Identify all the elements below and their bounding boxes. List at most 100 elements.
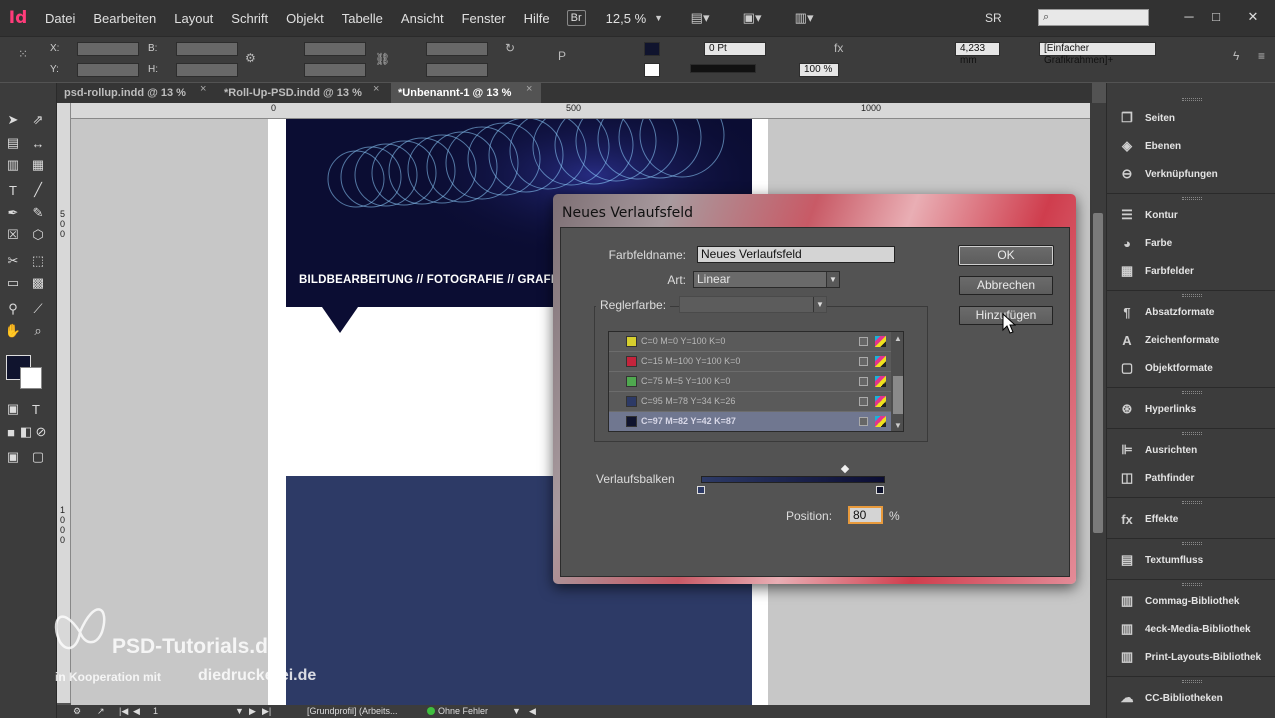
panel-effekte[interactable]: fx Effekte [1117, 509, 1178, 529]
type-tool-icon[interactable]: T [2, 180, 24, 200]
panel-grip[interactable] [1182, 391, 1202, 394]
next-page-icon[interactable]: ▶ [249, 706, 256, 717]
content-placer-icon[interactable]: ▦ [27, 155, 49, 175]
gradient-stop-left[interactable] [697, 486, 705, 494]
scroll-left-icon[interactable]: ◀ [529, 706, 536, 717]
view-options-icon[interactable]: ▤▾ [685, 9, 715, 27]
opacity-field[interactable]: 100 % [799, 63, 839, 77]
gap-tool-icon[interactable]: ↔ [27, 133, 49, 153]
selection-tool-icon[interactable]: ➤ [2, 110, 24, 130]
preview-mode-icon[interactable]: ▢ [27, 447, 49, 467]
close-tab-icon[interactable]: × [200, 83, 206, 95]
ok-button[interactable]: OK [959, 246, 1053, 265]
workspace-switcher[interactable]: SR [985, 11, 1002, 25]
close-tab-icon[interactable]: × [373, 83, 379, 95]
panel-pathfinder[interactable]: ◫ Pathfinder [1117, 468, 1195, 488]
swatch-row[interactable]: C=95 M=78 Y=34 K=26 [609, 392, 891, 412]
shear-field[interactable] [426, 63, 488, 77]
stroke-color-icon[interactable] [20, 367, 42, 389]
eyedropper-tool-icon[interactable]: ⚲ [2, 299, 24, 319]
zoom-tool-icon[interactable]: ⌕ [27, 321, 49, 341]
scale-x-field[interactable] [304, 42, 366, 56]
panel-farbe[interactable]: ◕ Farbe [1117, 233, 1172, 253]
menu-tabelle[interactable]: Tabelle [333, 11, 392, 26]
panel-cc-bibliotheken[interactable]: ☁ CC-Bibliotheken [1117, 688, 1223, 708]
panel-grip[interactable] [1182, 197, 1202, 200]
dialog-title[interactable]: Neues Verlaufsfeld [562, 205, 693, 221]
constrain-proportions-icon[interactable]: ⚙ [245, 51, 256, 65]
menu-ansicht[interactable]: Ansicht [392, 11, 453, 26]
panel-grip[interactable] [1182, 501, 1202, 504]
menu-fenster[interactable]: Fenster [453, 11, 515, 26]
panel-kontur[interactable]: ☰ Kontur [1117, 205, 1178, 225]
apply-none-icon[interactable]: ⊘ [30, 422, 52, 442]
panel-print-layouts-bibliothek[interactable]: ▥ Print-Layouts-Bibliothek [1117, 647, 1261, 667]
close-tab-icon[interactable]: × [526, 83, 532, 95]
panel-verknuepfungen[interactable]: ⊖ Verknüpfungen [1117, 164, 1218, 184]
panel-grip[interactable] [1182, 542, 1202, 545]
fill-swatch[interactable] [644, 42, 660, 56]
object-style-select[interactable]: [Einfacher Grafikrahmen]+ [1039, 42, 1156, 66]
zoom-dropdown-icon[interactable]: ▼ [654, 13, 663, 23]
maximize-icon[interactable]: □ [1203, 6, 1229, 28]
position-input[interactable]: 80 [848, 506, 883, 524]
panel-grip[interactable] [1182, 98, 1202, 101]
scroll-thumb[interactable] [893, 376, 903, 414]
panel-ebenen[interactable]: ◈ Ebenen [1117, 136, 1181, 156]
polygon-tool-icon[interactable]: ⬡ [27, 225, 49, 245]
panel-farbfelder[interactable]: ▦ Farbfelder [1117, 261, 1194, 281]
panel-commag-bibliothek[interactable]: ▥ Commag-Bibliothek [1117, 591, 1240, 611]
rotation-field[interactable] [426, 42, 488, 56]
width-field[interactable] [176, 42, 238, 56]
swatch-name-input[interactable]: Neues Verlaufsfeld [697, 246, 895, 263]
panel-grip[interactable] [1182, 432, 1202, 435]
page-number-field[interactable]: 1 [153, 706, 158, 716]
tab-unbenannt-1[interactable]: *Unbenannt-1 @ 13 % [391, 83, 541, 103]
scroll-up-icon[interactable]: ▲ [894, 334, 902, 343]
search-input[interactable]: ⌕ [1038, 9, 1149, 26]
formatting-text-icon[interactable]: T [25, 399, 47, 419]
page-tool-icon[interactable]: ▤ [2, 133, 24, 153]
line-tool-icon[interactable]: ╱ [27, 180, 49, 200]
swatch-row[interactable]: C=0 M=0 Y=100 K=0 [609, 332, 891, 352]
preview-icon[interactable]: ⚙ [73, 706, 81, 717]
swatch-list-scrollbar[interactable]: ▲ ▼ [891, 332, 903, 431]
link-scale-icon[interactable]: ⛓ [375, 52, 390, 66]
panel-seiten[interactable]: ❐ Seiten [1117, 108, 1175, 128]
text-on-path-icon[interactable]: P [558, 49, 566, 63]
direct-selection-tool-icon[interactable]: ⇗ [27, 110, 49, 130]
panel-4eck-media-bibliothek[interactable]: ▥ 4eck-Media-Bibliothek [1117, 619, 1251, 639]
bridge-button[interactable]: Br [566, 10, 586, 26]
screen-mode-icon[interactable]: ▣▾ [737, 9, 767, 27]
reference-point-icon[interactable]: ⁙ [18, 47, 28, 61]
y-field[interactable] [77, 63, 139, 77]
panel-hyperlinks[interactable]: ⊛ Hyperlinks [1117, 399, 1197, 419]
menu-datei[interactable]: Datei [36, 11, 84, 26]
formatting-container-icon[interactable]: ▣ [2, 399, 24, 419]
gradient-stop-right[interactable] [876, 486, 884, 494]
panel-grip[interactable] [1182, 583, 1202, 586]
prev-page-icon[interactable]: ◀ [133, 706, 140, 717]
panel-grip[interactable] [1182, 680, 1202, 683]
panel-objektformate[interactable]: ▢ Objektformate [1117, 358, 1213, 378]
menu-layout[interactable]: Layout [165, 11, 222, 26]
height-field[interactable] [176, 63, 238, 77]
menu-objekt[interactable]: Objekt [277, 11, 333, 26]
panel-zeichenformate[interactable]: A Zeichenformate [1117, 330, 1219, 350]
open-page-icon[interactable]: ↗ [97, 706, 105, 717]
panel-grip[interactable] [1182, 294, 1202, 297]
free-transform-tool-icon[interactable]: ⬚ [27, 251, 49, 271]
effects-fx-icon[interactable]: fx [834, 41, 843, 55]
pencil-tool-icon[interactable]: ✎ [27, 203, 49, 223]
minimize-icon[interactable]: ─ [1176, 6, 1202, 28]
gradient-midpoint-handle[interactable] [840, 464, 850, 474]
vertical-scrollbar[interactable] [1090, 103, 1106, 705]
panel-ausrichten[interactable]: ⊫ Ausrichten [1117, 440, 1197, 460]
preflight-dropdown-icon[interactable]: ▼ [512, 706, 521, 716]
note-tool-icon[interactable]: ▩ [27, 273, 49, 293]
normal-mode-icon[interactable]: ▣ [2, 447, 24, 467]
first-page-icon[interactable]: |◀ [119, 706, 128, 717]
cancel-button[interactable]: Abbrechen [959, 276, 1053, 295]
swatch-row-selected[interactable]: C=97 M=82 Y=42 K=87 [609, 412, 891, 431]
menu-bearbeiten[interactable]: Bearbeiten [84, 11, 165, 26]
